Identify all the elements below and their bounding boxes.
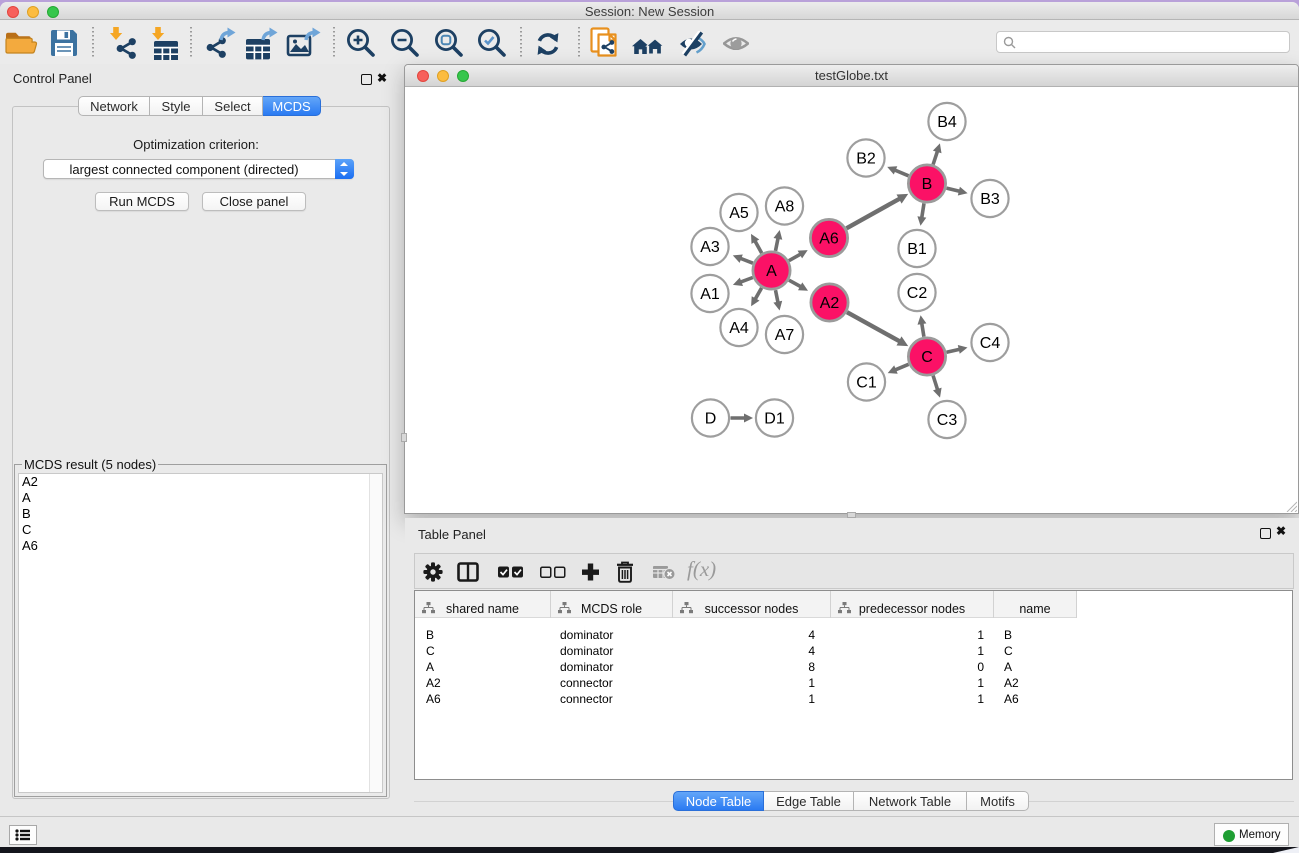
- svg-text:C4: C4: [980, 335, 1001, 352]
- svg-text:D: D: [705, 411, 717, 428]
- svg-text:A1: A1: [700, 286, 720, 303]
- svg-text:C: C: [921, 349, 933, 366]
- svg-text:A4: A4: [729, 320, 749, 337]
- svg-text:A8: A8: [775, 199, 795, 216]
- svg-text:B3: B3: [980, 191, 1000, 208]
- svg-text:A6: A6: [819, 231, 839, 248]
- svg-text:C3: C3: [937, 412, 958, 429]
- svg-text:C2: C2: [907, 285, 928, 302]
- svg-text:D1: D1: [764, 411, 785, 428]
- svg-text:C1: C1: [856, 375, 877, 392]
- svg-text:B2: B2: [856, 151, 876, 168]
- svg-text:A2: A2: [820, 295, 840, 312]
- svg-text:B: B: [922, 176, 933, 193]
- svg-text:A3: A3: [700, 239, 720, 256]
- svg-text:A5: A5: [729, 205, 749, 222]
- svg-text:A7: A7: [775, 327, 795, 344]
- svg-text:B1: B1: [907, 241, 927, 258]
- svg-text:A: A: [766, 263, 777, 280]
- svg-text:B4: B4: [937, 114, 957, 131]
